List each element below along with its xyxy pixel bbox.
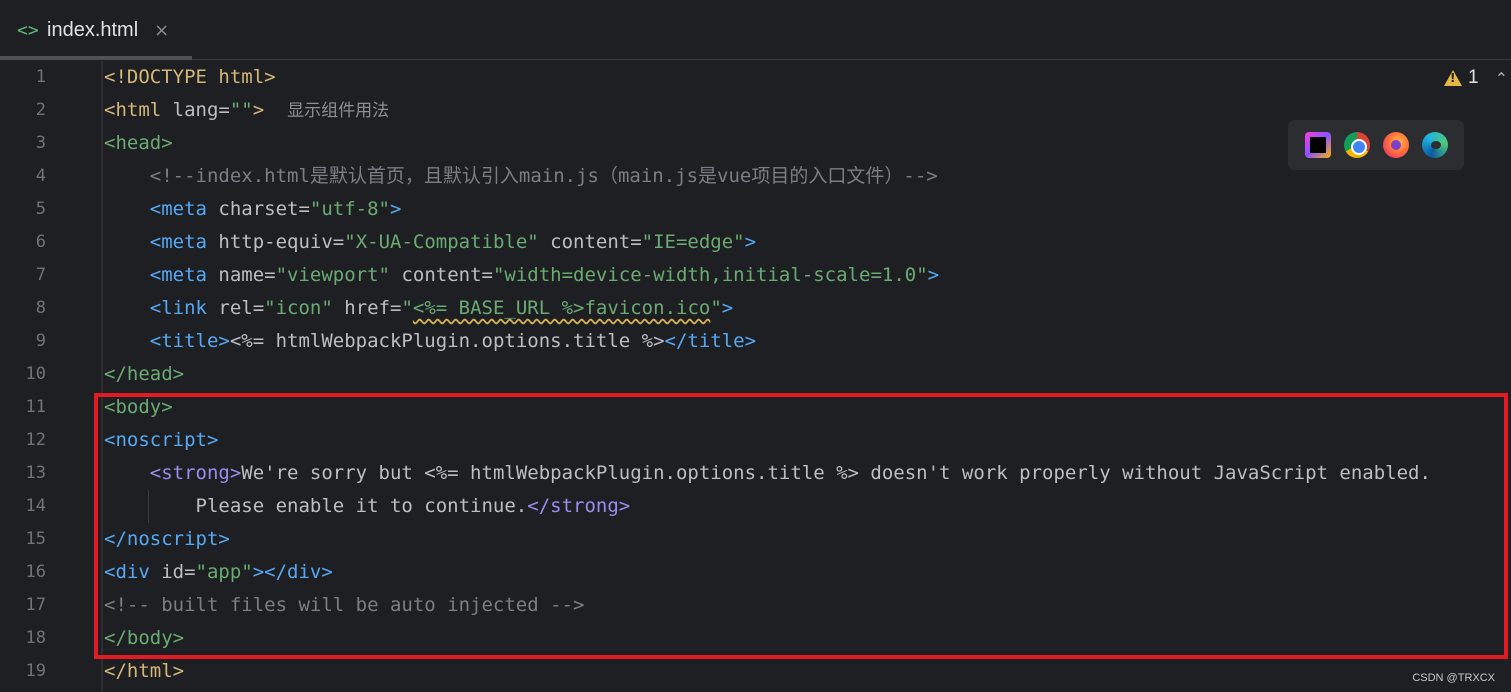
intellij-icon[interactable] (1304, 132, 1331, 158)
html-file-icon: <> (17, 19, 39, 41)
attr-name: content= (538, 231, 642, 253)
warning-icon (1444, 70, 1462, 86)
tag-open: <meta (149, 231, 207, 253)
line-number: 16 (25, 562, 46, 582)
close-icon[interactable]: × (154, 20, 169, 41)
attr-name: charset= (206, 198, 310, 220)
attr-name: name= (206, 264, 276, 286)
html-close-tag: </html> (104, 660, 185, 682)
line-number: 4 (35, 166, 46, 186)
attr-value: "viewport" (275, 264, 390, 286)
attr-name: href= (332, 297, 402, 319)
code-line-7[interactable]: <meta name="viewport" content="width=dev… (104, 259, 939, 292)
template-text: <%= htmlWebpackPlugin.options.title %> (229, 330, 665, 352)
attr-name: lang= (161, 99, 230, 121)
code-line-3[interactable]: <head> (104, 127, 173, 160)
warning-underlined-value[interactable]: <%= BASE_URL %>favicon.ico (413, 297, 710, 319)
tag-open: <meta (149, 198, 207, 220)
head-close-tag: </head> (104, 363, 185, 385)
code-line-5[interactable]: <meta charset="utf-8"> (104, 193, 402, 226)
line-number: 11 (25, 397, 46, 417)
attr-name: http-equiv= (206, 231, 345, 253)
tag-open: <meta (149, 264, 207, 286)
line-number: 14 (25, 496, 46, 516)
tag-close: > (390, 198, 402, 220)
edge-icon[interactable] (1421, 132, 1448, 158)
code-editor[interactable]: 1 2 3 4 5 6 7 8 9 10 11 12 13 14 15 16 1… (0, 61, 1511, 692)
warning-count: 1 (1468, 67, 1479, 88)
line-number: 19 (25, 661, 46, 681)
attr-value: "width=device-width,initial-scale=1.0" (492, 264, 928, 286)
tag-close: </title> (664, 330, 757, 352)
tag-close: > (252, 99, 265, 121)
line-number: 8 (35, 298, 46, 318)
code-line-10[interactable]: </head> (104, 358, 184, 391)
line-number: 7 (35, 265, 46, 285)
code-line-6[interactable]: <meta http-equiv="X-UA-Compatible" conte… (104, 226, 756, 259)
active-tab-indicator (0, 56, 192, 60)
line-number: 18 (25, 628, 46, 648)
line-number: 1 (35, 67, 46, 87)
line-number: 6 (35, 232, 46, 252)
line-number-gutter: 1 2 3 4 5 6 7 8 9 10 11 12 13 14 15 16 1… (0, 61, 90, 692)
attr-name: rel= (206, 297, 265, 319)
code-line-2[interactable]: <html lang=""> 显示组件用法 (104, 94, 389, 127)
line-number: 5 (35, 199, 46, 219)
tab-bar: <> index.html × (0, 0, 1511, 60)
inlay-hint[interactable]: 显示组件用法 (287, 101, 389, 121)
code-line-8[interactable]: <link rel="icon" href="<%= BASE_URL %>fa… (104, 292, 733, 325)
code-line-1[interactable]: <!DOCTYPE html> (104, 61, 276, 94)
browser-preview-toolbar (1288, 120, 1464, 170)
highlight-annotation-box (94, 393, 1508, 659)
code-line-19[interactable]: </html> (104, 655, 184, 688)
line-number: 13 (25, 463, 46, 483)
tag-close: > (721, 297, 734, 319)
line-number: 10 (25, 364, 46, 384)
head-open-tag: <head> (104, 132, 173, 154)
code-line-9[interactable]: <title><%= htmlWebpackPlugin.options.tit… (104, 325, 756, 358)
tag-close: > (744, 231, 757, 253)
quote: " (401, 297, 413, 319)
watermark: CSDN @TRXCX (1412, 672, 1495, 684)
line-number: 9 (35, 331, 46, 351)
code-line-4[interactable]: <!--index.html是默认首页，且默认引入main.js（main.js… (104, 160, 938, 193)
chrome-icon[interactable] (1343, 132, 1370, 158)
tag-open: <title> (149, 330, 230, 352)
firefox-icon[interactable] (1382, 132, 1409, 158)
attr-value: "icon" (264, 297, 333, 319)
quote: " (710, 297, 722, 319)
chevron-up-icon[interactable]: ⌃ (1495, 69, 1508, 88)
tag-open: <link (149, 297, 207, 319)
line-number: 12 (25, 430, 46, 450)
line-number: 15 (25, 529, 46, 549)
doctype-token: <!DOCTYPE (104, 66, 207, 88)
tag-close: > (927, 264, 940, 286)
attr-value: "X-UA-Compatible" (344, 231, 539, 253)
attr-name: content= (390, 264, 493, 286)
line-number: 2 (35, 100, 46, 120)
tab-label: index.html (47, 18, 139, 41)
doctype-html-token: html> (206, 66, 276, 88)
html-comment: <!--index.html是默认首页，且默认引入main.js（main.js… (149, 165, 938, 187)
tag-open: <html (104, 99, 162, 121)
attr-value: "IE=edge" (641, 231, 745, 253)
attr-value: "utf-8" (309, 198, 390, 220)
line-number: 3 (35, 133, 46, 153)
line-number: 17 (25, 595, 46, 615)
attr-value: "" (229, 99, 253, 121)
tab-index-html[interactable]: <> index.html × (0, 0, 192, 60)
warning-indicator[interactable]: 1 ⌃ (1444, 67, 1508, 89)
